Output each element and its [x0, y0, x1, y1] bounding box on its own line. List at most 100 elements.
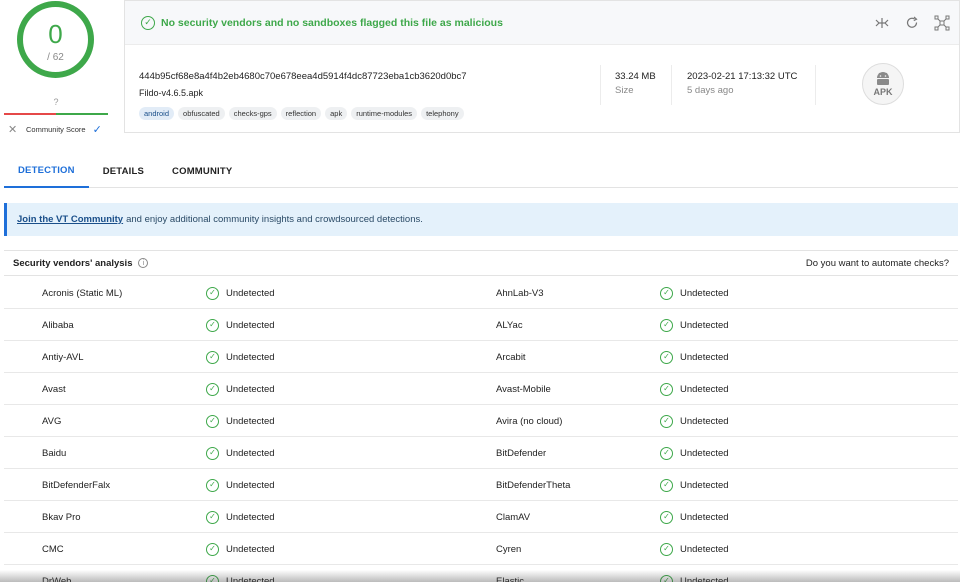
result-text: Undetected — [680, 543, 729, 555]
tab-detection[interactable]: DETECTION — [4, 154, 89, 188]
check-circle-icon: ✓ — [206, 350, 219, 364]
community-score-value: ? — [53, 97, 59, 107]
result-text: Undetected — [680, 415, 729, 427]
analysis-title: Security vendors' analysis — [13, 257, 133, 269]
tag-android[interactable]: android — [139, 107, 175, 120]
divider — [671, 65, 672, 105]
vendor-name: ClamAV — [496, 511, 531, 523]
check-circle-icon: ✓ — [660, 286, 673, 300]
vendor-result: ✓ Undetected — [660, 533, 729, 565]
check-circle-icon: ✓ — [206, 414, 219, 428]
check-circle-icon: ✓ — [660, 542, 673, 556]
result-text: Undetected — [680, 287, 729, 299]
check-circle-icon: ✓ — [660, 478, 673, 492]
vendor-result: ✓ Undetected — [660, 405, 729, 437]
vendor-name: AhnLab-V3 — [496, 287, 544, 299]
vendor-name: AVG — [42, 415, 62, 427]
community-score-label: Community Score — [26, 125, 86, 134]
vendor-name: Alibaba — [42, 319, 74, 331]
tag-apk[interactable]: apk — [325, 107, 348, 120]
result-text: Undetected — [226, 479, 275, 491]
vendor-name: Baidu — [42, 447, 67, 459]
compare-icon[interactable] — [873, 14, 891, 32]
result-text: Undetected — [226, 447, 275, 459]
vendor-result: ✓ Undetected — [660, 469, 729, 501]
info-icon[interactable]: i — [138, 258, 149, 268]
vendor-name: Antiy-AVL — [42, 351, 84, 363]
file-hash[interactable]: 444b95cf68e8a4f4b2eb4680c70e678eea4d5914… — [139, 71, 467, 82]
community-banner: Join the VT Community and enjoy addition… — [4, 203, 958, 236]
check-circle-icon: ✓ — [206, 542, 219, 556]
vendor-name: BitDefenderTheta — [496, 479, 571, 491]
analysis-date-value: 2023-02-21 17:13:32 UTC — [687, 71, 798, 82]
detection-count: 0 — [48, 19, 63, 49]
tag-runtime-modules[interactable]: runtime-modules — [351, 107, 418, 120]
tag-obfuscated[interactable]: obfuscated — [178, 107, 225, 120]
file-size-value: 33.24 MB — [615, 71, 656, 82]
vendor-name: BitDefenderFalx — [42, 479, 111, 491]
result-text: Undetected — [680, 351, 729, 363]
vendor-result: ✓ Undetected — [660, 501, 729, 533]
check-circle-icon: ✓ — [660, 382, 673, 396]
file-name: Fildo-v4.6.5.apk — [139, 88, 204, 98]
table-row: Bkav Pro ✓ Undetected ClamAV ✓ Undetected — [4, 501, 958, 533]
result-text: Undetected — [226, 287, 275, 299]
table-row: Avast ✓ Undetected Avast-Mobile ✓ Undetected — [4, 373, 958, 405]
file-tags: android obfuscated checks-gps reflection… — [139, 107, 464, 120]
table-row: CMC ✓ Undetected Cyren ✓ Undetected — [4, 533, 958, 565]
check-circle-icon: ✓ — [206, 510, 219, 524]
vendor-result: ✓ Undetected — [660, 437, 729, 469]
file-size-label: Size — [615, 85, 634, 96]
join-community-link[interactable]: Join the VT Community — [17, 214, 123, 225]
result-text: Undetected — [680, 447, 729, 459]
detection-total: / 62 — [47, 52, 64, 63]
result-text: Undetected — [226, 351, 275, 363]
result-text: Undetected — [226, 415, 275, 427]
tag-checks-gps[interactable]: checks-gps — [228, 107, 277, 120]
android-icon — [877, 71, 889, 85]
result-text: Undetected — [680, 319, 729, 331]
check-circle-icon: ✓ — [206, 446, 219, 460]
tab-details[interactable]: DETAILS — [89, 154, 158, 188]
file-actions — [873, 14, 951, 32]
vendor-result: ✓ Undetected — [206, 437, 275, 469]
tag-telephony[interactable]: telephony — [421, 107, 464, 120]
automate-checks-link[interactable]: Do you want to automate checks? — [806, 258, 949, 269]
check-circle-icon: ✓ — [660, 414, 673, 428]
vendor-name: Avast-Mobile — [496, 383, 551, 395]
file-summary-card: ✓ No security vendors and no sandboxes f… — [124, 0, 960, 133]
detection-score-panel: 0 / 62 ? ✕ Community Score ✓ — [0, 0, 115, 140]
vendor-name: Avira (no cloud) — [496, 415, 563, 427]
analysis-date-relative: 5 days ago — [687, 85, 734, 96]
result-text: Undetected — [226, 319, 275, 331]
verdict-message: No security vendors and no sandboxes fla… — [161, 16, 503, 29]
check-circle-icon: ✓ — [206, 382, 219, 396]
result-text: Undetected — [680, 511, 729, 523]
check-circle-icon: ✓ — [660, 446, 673, 460]
table-row: Antiy-AVL ✓ Undetected Arcabit ✓ Undetected — [4, 341, 958, 373]
result-text: Undetected — [226, 511, 275, 523]
tab-community[interactable]: COMMUNITY — [158, 154, 246, 188]
result-text: Undetected — [226, 543, 275, 555]
vendor-name: BitDefender — [496, 447, 547, 459]
check-circle-icon: ✓ — [206, 478, 219, 492]
table-row: AVG ✓ Undetected Avira (no cloud) ✓ Undetecte… — [4, 405, 958, 437]
downvote-icon[interactable]: ✕ — [8, 123, 26, 136]
upvote-icon[interactable]: ✓ — [93, 123, 102, 136]
graph-icon[interactable] — [933, 14, 951, 32]
vendor-name: Avast — [42, 383, 66, 395]
check-circle-icon: ✓ — [141, 15, 155, 30]
vendor-name: CMC — [42, 543, 64, 555]
bottom-shadow — [0, 570, 960, 582]
result-text: Undetected — [680, 479, 729, 491]
result-text: Undetected — [226, 383, 275, 395]
vendor-result: ✓ Undetected — [206, 501, 275, 533]
check-circle-icon: ✓ — [660, 318, 673, 332]
reanalyze-icon[interactable] — [903, 14, 921, 32]
check-circle-icon: ✓ — [206, 286, 219, 300]
tag-reflection[interactable]: reflection — [280, 107, 322, 120]
vendor-result: ✓ Undetected — [206, 309, 275, 341]
table-row: BitDefenderFalx ✓ Undetected BitDefenderThe… — [4, 469, 958, 501]
result-text: Undetected — [680, 383, 729, 395]
file-type-badge: APK — [862, 63, 904, 105]
